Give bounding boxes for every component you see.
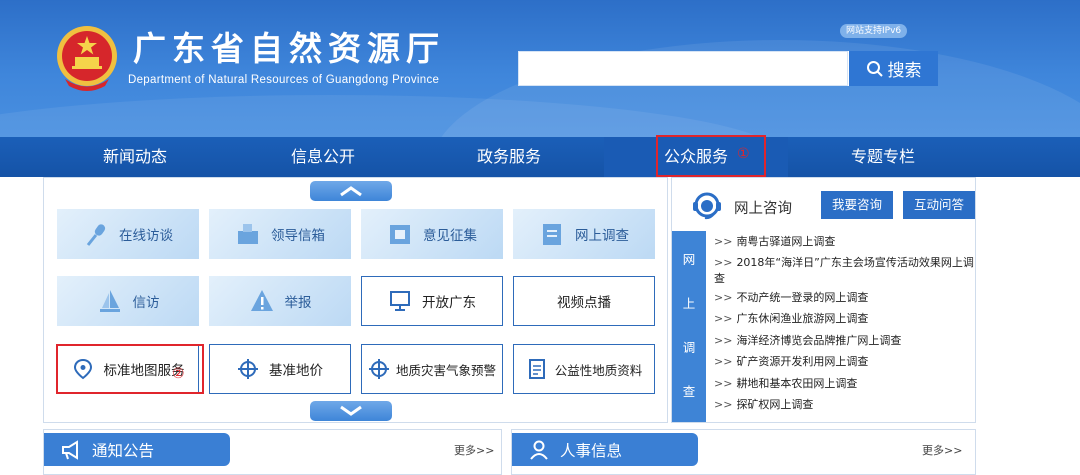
list-item-title: 南粤古驿道网上调查	[736, 235, 836, 248]
side-label-char: 网	[682, 252, 696, 267]
side-label-char: 调	[682, 340, 696, 355]
notice-title: 通知公告	[92, 441, 155, 460]
nav-special-topics[interactable]: 专题专栏	[788, 137, 978, 177]
interactive-qa-button[interactable]: 互动问答	[903, 191, 975, 219]
list-bullet: >>	[714, 398, 733, 411]
service-video-on-demand[interactable]: 视频点播	[513, 276, 655, 326]
list-item[interactable]: >> 2018年“海洋日”广东主会场宣传活动效果网上调查	[714, 253, 974, 287]
list-bullet: >>	[714, 355, 733, 368]
site-title[interactable]: 广东省自然资源厅	[133, 22, 445, 70]
side-label-char: 上	[682, 296, 696, 311]
list-bullet: >>	[714, 235, 733, 248]
service-online-survey[interactable]: 网上调查	[513, 209, 655, 259]
inbox-icon	[390, 225, 410, 244]
chevron-down-icon	[340, 405, 362, 416]
notice-tab[interactable]: 通知公告	[44, 433, 230, 466]
list-item[interactable]: >> 不动产统一登录的网上调查	[714, 287, 974, 309]
personnel-section: 人事信息 更多>>	[511, 429, 976, 475]
survey-list: >> 南粤古驿道网上调查 >> 2018年“海洋日”广东主会场宣传活动效果网上调查 …	[714, 231, 974, 416]
service-open-guangdong[interactable]: 开放广东	[361, 276, 503, 326]
list-bullet: >>	[714, 333, 733, 347]
service-geohazard-weather-warning[interactable]: 地质灾害气象预警	[361, 344, 503, 394]
ask-question-button[interactable]: 我要咨询	[821, 191, 893, 219]
microphone-icon	[86, 224, 106, 246]
service-public-geological-data[interactable]: 公益性地质资料	[513, 344, 655, 394]
notice-more-link[interactable]: 更多>>	[454, 442, 494, 458]
nav-info-disclosure[interactable]: 信息公开	[228, 137, 418, 177]
search-input[interactable]	[518, 51, 848, 86]
personnel-title: 人事信息	[560, 441, 623, 460]
megaphone-icon	[62, 439, 78, 460]
ipv6-badge: 网站支持IPv6	[840, 24, 908, 38]
crosshair-icon	[238, 359, 258, 379]
tile-label: 网上调查	[575, 228, 629, 244]
search-button-label: 搜索	[887, 61, 922, 81]
list-bullet: >>	[714, 255, 733, 269]
survey-icon	[543, 224, 561, 245]
online-survey-side-label: 网 上 调 查	[672, 231, 706, 422]
search-icon	[866, 60, 883, 77]
tile-label: 视频点播	[557, 295, 611, 311]
tile-label: 开放广东	[422, 295, 476, 311]
notice-section: 通知公告 更多>>	[43, 429, 502, 475]
tile-label: 公益性地质资料	[554, 362, 643, 378]
list-item[interactable]: >> 矿产资源开发利用网上调查	[714, 351, 974, 373]
scroll-down-button[interactable]	[310, 401, 392, 421]
list-item[interactable]: >> 广东休闲渔业旅游网上调查	[714, 308, 974, 330]
personnel-more-link[interactable]: 更多>>	[922, 442, 962, 458]
tile-label: 在线访谈	[119, 228, 173, 244]
person-icon	[530, 440, 548, 460]
headset-icon	[693, 192, 721, 220]
service-petition[interactable]: 信访	[57, 276, 199, 326]
annotation-1: ①	[737, 146, 750, 162]
list-item-title: 矿产资源开发利用网上调查	[736, 355, 869, 368]
sail-icon	[99, 290, 120, 312]
service-benchmark-land-price[interactable]: 基准地价	[209, 344, 351, 394]
tile-label: 意见征集	[423, 228, 477, 244]
nav-news[interactable]: 新闻动态	[40, 137, 230, 177]
consult-panel: 网上咨询 我要咨询 互动问答 网 上 调 查 >> 南粤古驿道网上调查 >> 201…	[671, 177, 976, 423]
site-subtitle: Department of Natural Resources of Guang…	[128, 74, 440, 86]
tile-label: 基准地价	[269, 363, 323, 379]
list-bullet: >>	[714, 312, 733, 325]
service-opinion-collection[interactable]: 意见征集	[361, 209, 503, 259]
service-online-interview[interactable]: 在线访谈	[57, 209, 199, 259]
national-emblem-icon	[57, 26, 117, 91]
consult-title: 网上咨询	[734, 201, 792, 217]
tile-label: 信访	[132, 295, 160, 311]
main-nav: 新闻动态 信息公开 政务服务 公众服务 专题专栏	[0, 137, 1080, 177]
list-item-title: 不动产统一登录的网上调查	[736, 290, 869, 304]
scroll-up-button[interactable]	[310, 181, 392, 201]
list-item-title: 2018年“海洋日”广东主会场宣传活动效果网上调查	[714, 255, 974, 285]
list-bullet: >>	[714, 290, 733, 304]
tile-label: 地质灾害气象预警	[395, 362, 496, 378]
chevron-up-icon	[340, 186, 362, 197]
list-item[interactable]: >> 南粤古驿道网上调查	[714, 231, 974, 253]
nav-government-services[interactable]: 政务服务	[414, 137, 604, 177]
list-item[interactable]: >> 探矿权网上调查	[714, 394, 974, 416]
document-icon	[528, 359, 545, 379]
monitor-icon	[390, 291, 410, 311]
mailbox-icon	[238, 224, 258, 244]
tile-label: 领导信箱	[271, 228, 325, 244]
warning-icon	[250, 290, 273, 311]
service-leader-mailbox[interactable]: 领导信箱	[209, 209, 351, 259]
list-bullet: >>	[714, 376, 733, 390]
tile-label: 举报	[284, 295, 312, 311]
list-item-title: 海洋经济博览会品牌推广网上调查	[736, 333, 902, 347]
list-item[interactable]: >> 海洋经济博览会品牌推广网上调查	[714, 330, 974, 352]
personnel-tab[interactable]: 人事信息	[512, 433, 698, 466]
search-button[interactable]: 搜索	[848, 51, 938, 86]
site-header: 广东省自然资源厅 Department of Natural Resources…	[0, 0, 1080, 137]
annotation-2: ②	[172, 366, 185, 382]
list-item-title: 耕地和基本农田网上调查	[736, 376, 858, 390]
list-item[interactable]: >> 耕地和基本农田网上调查	[714, 373, 974, 395]
list-item-title: 探矿权网上调查	[736, 398, 814, 411]
list-item-title: 广东休闲渔业旅游网上调查	[736, 312, 869, 325]
side-label-char: 查	[682, 384, 696, 399]
service-report[interactable]: 举报	[209, 276, 351, 326]
crosshair-icon	[368, 359, 389, 379]
